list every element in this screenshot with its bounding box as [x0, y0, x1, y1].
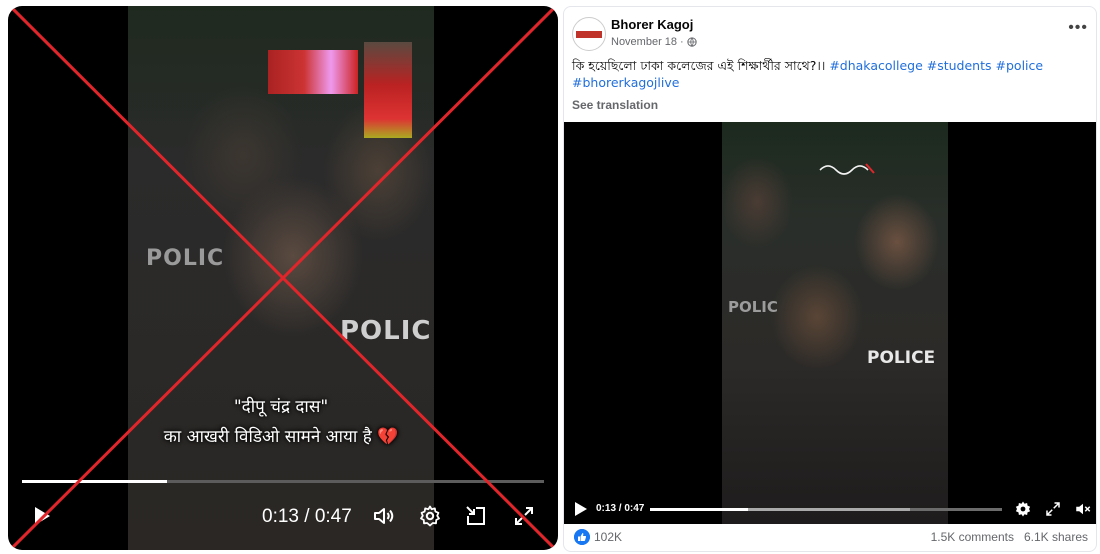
- inset-thumbnail-group: [268, 50, 358, 94]
- fullscreen-icon[interactable]: [512, 504, 536, 528]
- hashtag-link[interactable]: #bhorerkagojlive: [572, 75, 679, 90]
- vest-text: POLIC: [728, 298, 778, 316]
- video-caption-line-2: का आखरी विडिओ सामने आया है 💔: [163, 427, 399, 447]
- page-logo: [576, 31, 602, 38]
- play-icon[interactable]: [574, 501, 588, 517]
- expand-icon[interactable]: [1044, 500, 1062, 518]
- globe-icon: [687, 37, 697, 47]
- video-frame[interactable]: POLIC POLIC "दीपू चंद्र दास" का आखरी विड…: [128, 6, 434, 550]
- hashtag-link[interactable]: #dhakacollege: [829, 58, 922, 73]
- inset-thumbnail-person: [364, 42, 412, 138]
- vest-text: POLIC: [340, 316, 432, 346]
- left-video-player[interactable]: POLIC POLIC "दीपू चंद्र दास" का आखरी विड…: [8, 6, 558, 550]
- hashtag-link[interactable]: #students: [927, 58, 992, 73]
- more-options-icon[interactable]: •••: [1068, 19, 1088, 37]
- see-translation-link[interactable]: See translation: [572, 98, 658, 112]
- reactions-row: 102K 1.5K comments 6.1K shares: [564, 526, 1096, 550]
- player-controls: 0:13 / 0:47: [8, 498, 558, 538]
- like-reaction-icon[interactable]: [574, 529, 590, 545]
- post-date[interactable]: November 18: [611, 36, 677, 48]
- progress-bar[interactable]: [650, 508, 1002, 511]
- player-controls: 0:13 / 0:47: [564, 494, 1096, 524]
- vest-text: POLIC: [146, 246, 225, 271]
- page-name[interactable]: Bhorer Kagoj: [611, 17, 693, 32]
- volume-icon[interactable]: [372, 504, 396, 528]
- settings-gear-icon[interactable]: [1014, 500, 1032, 518]
- time-display: 0:13 / 0:47: [262, 506, 352, 527]
- muted-volume-icon[interactable]: [1074, 500, 1092, 518]
- engagement-stats: 1.5K comments 6.1K shares: [931, 530, 1088, 544]
- progress-fill: [22, 480, 167, 483]
- shares-count[interactable]: 6.1K shares: [1024, 530, 1088, 544]
- page-avatar[interactable]: [572, 17, 606, 51]
- post-video-player[interactable]: POLIC POLICE 0:13 / 0:47: [564, 122, 1096, 524]
- post-meta: November 18 ·: [611, 36, 697, 48]
- time-display: 0:13 / 0:47: [596, 503, 645, 514]
- progress-fill: [650, 508, 748, 511]
- picture-in-picture-icon[interactable]: [464, 504, 488, 528]
- post-text: কি হয়েছিলো ঢাকা কলেজের এই শিক্ষার্থীর স…: [572, 57, 1087, 91]
- channel-watermark: [818, 160, 878, 176]
- progress-bar[interactable]: [22, 480, 544, 483]
- video-caption-line-1: "दीपू चंद्र दास": [233, 397, 329, 417]
- comments-count[interactable]: 1.5K comments: [931, 530, 1014, 544]
- settings-gear-icon[interactable]: [418, 504, 442, 528]
- vest-text: POLICE: [867, 348, 936, 368]
- video-frame[interactable]: POLIC POLICE: [722, 122, 948, 524]
- post-text-bengali: কি হয়েছিলো ঢাকা কলেজের এই শিক্ষার্থীর স…: [572, 58, 826, 73]
- hashtag-link[interactable]: #police: [996, 58, 1044, 73]
- meta-separator: ·: [680, 36, 684, 48]
- reaction-count[interactable]: 102K: [594, 530, 622, 544]
- facebook-post: Bhorer Kagoj November 18 · ••• কি হয়েছি…: [563, 6, 1097, 552]
- play-icon[interactable]: [30, 504, 54, 528]
